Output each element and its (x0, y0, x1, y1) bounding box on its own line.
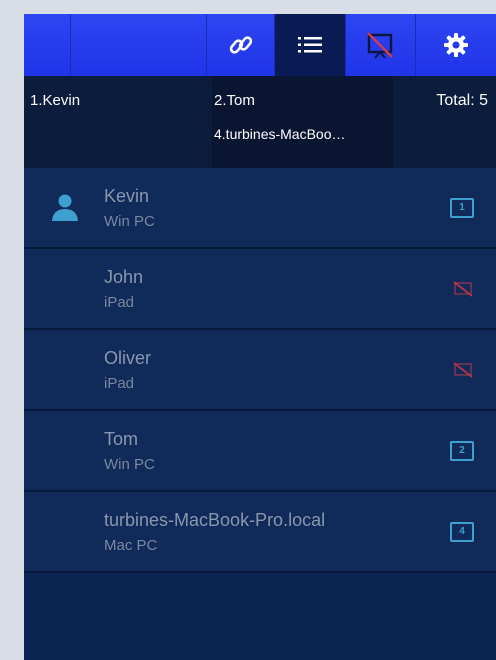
presenter-slot-1[interactable]: 1.Kevin (30, 92, 80, 109)
participant-device: Win PC (104, 456, 155, 473)
participant-list: Kevin Win PC 1 John iPad Oliver iPad Tom… (24, 168, 496, 573)
settings-button[interactable] (416, 14, 496, 76)
toolbar-spacer (71, 14, 208, 76)
list-empty-area (24, 576, 496, 660)
screen-number-icon[interactable]: 4 (450, 522, 474, 542)
screen-number-icon[interactable]: 2 (450, 441, 474, 461)
screen-badge-number: 2 (450, 441, 474, 461)
presenter-slot-4[interactable]: 4.turbines-MacBoo… (214, 126, 346, 142)
participant-device: Mac PC (104, 537, 158, 554)
list-item-participant[interactable]: Tom Win PC 2 (24, 411, 496, 492)
participant-name: Tom (104, 429, 139, 449)
screen-badge-number: 1 (450, 198, 474, 218)
screen-number-icon[interactable]: 1 (450, 198, 474, 218)
list-icon (296, 33, 324, 57)
participant-device: iPad (104, 375, 135, 392)
screen-badge-number: 4 (450, 522, 474, 542)
participant-device: Win PC (104, 213, 155, 230)
list-item-participant[interactable]: John iPad (24, 249, 496, 330)
toolbar (24, 14, 496, 76)
total-count: Total: 5 (436, 92, 488, 109)
link-icon (227, 31, 255, 59)
screen-off-icon (364, 29, 396, 61)
screen-off-icon[interactable] (452, 360, 474, 385)
list-item-participant[interactable]: Oliver iPad (24, 330, 496, 411)
gear-icon (442, 31, 470, 59)
app-window: 1.Kevin 2.Tom 4.turbines-MacBoo… Total: … (24, 14, 496, 660)
presenter-slot-2[interactable]: 2.Tom (214, 92, 255, 109)
presenter-strip-highlight (212, 76, 393, 168)
user-icon (50, 192, 80, 227)
screen-share-toggle-button[interactable] (346, 14, 416, 76)
participant-name: Kevin (104, 186, 150, 206)
participant-name: Oliver (104, 348, 152, 368)
presenter-strip: 1.Kevin 2.Tom 4.turbines-MacBoo… Total: … (24, 76, 496, 168)
list-button[interactable] (275, 14, 346, 76)
participant-name: turbines-MacBook-Pro.local (104, 510, 326, 530)
list-item-participant[interactable]: Kevin Win PC 1 (24, 168, 496, 249)
participant-name: John (104, 267, 144, 287)
participant-device: iPad (104, 294, 135, 311)
link-button[interactable] (207, 14, 276, 76)
screen-off-icon[interactable] (452, 279, 474, 304)
list-item-participant[interactable]: turbines-MacBook-Pro.local Mac PC 4 (24, 492, 496, 573)
toolbar-spacer (24, 14, 71, 76)
